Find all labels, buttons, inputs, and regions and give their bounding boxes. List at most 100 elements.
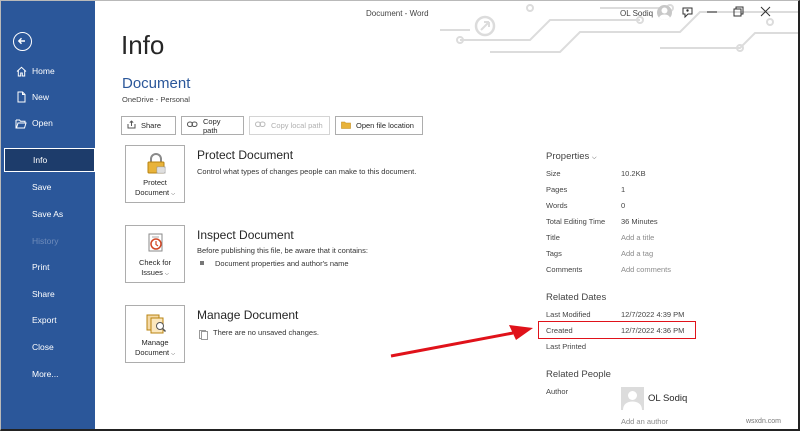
protect-button-line1: Protect — [143, 178, 167, 187]
restore-icon[interactable] — [733, 6, 744, 20]
sidebar-item-label: Save As — [32, 209, 64, 219]
check-issues-line2: Issues ⌵ — [141, 268, 169, 277]
document-status-icon — [199, 327, 208, 345]
title-field[interactable]: Add a title — [621, 233, 654, 242]
inspect-document-desc: Before publishing this file, be aware th… — [197, 246, 368, 255]
account-name[interactable]: OL Sodiq — [620, 9, 653, 18]
property-value: 10.2KB — [621, 169, 646, 178]
link-icon — [187, 121, 198, 130]
share-button-label: Share — [141, 121, 162, 130]
date-label: Last Modified — [546, 310, 591, 319]
open-file-location-button[interactable]: Open file location — [335, 116, 423, 135]
protect-document-button[interactable]: Protect Document ⌵ — [125, 145, 185, 203]
sidebar-item-label: Close — [32, 342, 54, 352]
document-location: OneDrive - Personal — [122, 95, 190, 104]
sidebar-item-label: Print — [32, 262, 50, 272]
manage-button-line1: Manage — [141, 338, 169, 347]
related-people-heading: Related People — [546, 369, 611, 380]
tags-field[interactable]: Add a tag — [621, 249, 653, 258]
property-value: 36 Minutes — [621, 217, 658, 226]
property-label: Title — [546, 233, 560, 242]
manage-button-line2: Document ⌵ — [134, 348, 176, 357]
chevron-down-icon: ⌵ — [591, 155, 597, 161]
sidebar-item-label: New — [32, 92, 50, 102]
watermark: wsxdn.com — [746, 418, 782, 425]
sidebar-item-save[interactable]: Save — [1, 175, 95, 199]
folder-icon — [341, 121, 351, 131]
manage-document-button[interactable]: Manage Document ⌵ — [125, 305, 185, 363]
property-value: 0 — [621, 201, 626, 210]
inspect-document-title: Inspect Document — [197, 228, 294, 242]
back-arrow-icon[interactable] — [13, 32, 32, 51]
sidebar-item-print[interactable]: Print — [1, 255, 95, 279]
sidebar-item-share[interactable]: Share — [1, 282, 95, 306]
copy-path-button[interactable]: Copy path — [181, 116, 244, 135]
share-icon — [127, 120, 136, 131]
sidebar-item-label: Save — [32, 182, 52, 192]
author-avatar[interactable] — [621, 387, 644, 410]
manage-document-desc: There are no unsaved changes. — [213, 328, 319, 337]
share-button[interactable]: Share — [121, 116, 176, 135]
sidebar-item-label: Share — [32, 289, 55, 299]
manage-document-title: Manage Document — [197, 308, 299, 322]
inspect-bullet-text: Document properties and author's name — [215, 259, 349, 268]
sidebar-item-close[interactable]: Close — [1, 335, 95, 359]
account-avatar[interactable] — [657, 5, 672, 20]
check-issues-line1: Check for — [138, 258, 172, 267]
chevron-down-icon: ⌵ — [164, 271, 169, 277]
sidebar-item-open[interactable]: Open — [1, 111, 95, 135]
new-document-icon — [14, 90, 28, 104]
comments-field[interactable]: Add comments — [621, 265, 671, 274]
author-name[interactable]: OL Sodiq — [648, 393, 687, 404]
sidebar-item-history[interactable]: History — [1, 229, 95, 253]
add-author-field[interactable]: Add an author — [621, 417, 668, 426]
property-label: Size — [546, 169, 561, 178]
date-label: Last Printed — [546, 342, 587, 351]
coauthoring-icon[interactable] — [681, 6, 694, 22]
folder-open-icon — [14, 116, 28, 130]
lock-icon — [145, 152, 167, 174]
sidebar-item-save-as[interactable]: Save As — [1, 202, 95, 226]
close-icon[interactable] — [760, 6, 771, 20]
bullet-icon — [200, 261, 204, 265]
related-dates-heading: Related Dates — [546, 292, 607, 303]
property-label: Total Editing Time — [546, 217, 606, 226]
window-frame — [0, 0, 800, 431]
document-name: Document — [122, 75, 191, 92]
author-label: Author — [546, 387, 569, 396]
protect-button-line2: Document ⌵ — [134, 188, 176, 197]
sidebar-item-more[interactable]: More... — [1, 362, 95, 386]
inspect-document-icon — [145, 232, 167, 254]
link-icon — [255, 121, 266, 130]
sidebar-item-label: History — [32, 236, 59, 246]
property-label: Tags — [546, 249, 562, 258]
copy-local-path-button[interactable]: Copy local path — [249, 116, 330, 135]
sidebar-item-label: Export — [32, 315, 57, 325]
annotation-arrow-icon — [390, 325, 533, 358]
sidebar-item-new[interactable]: New — [1, 85, 95, 109]
property-value: 1 — [621, 185, 626, 194]
page-title: Info — [121, 30, 165, 60]
created-highlight-box — [538, 321, 696, 339]
minimize-icon[interactable] — [706, 5, 718, 20]
property-label: Comments — [546, 265, 583, 274]
protect-document-desc: Control what types of changes people can… — [197, 167, 417, 176]
sidebar-item-export[interactable]: Export — [1, 308, 95, 332]
sidebar-item-label: More... — [32, 369, 59, 379]
copy-path-label: Copy path — [203, 116, 221, 135]
sidebar-item-label: Open — [32, 118, 53, 128]
sidebar-item-info[interactable]: Info — [4, 148, 95, 172]
open-file-location-label: Open file location — [356, 121, 414, 130]
sidebar-item-home[interactable]: Home — [1, 59, 95, 83]
property-label: Words — [546, 201, 568, 210]
sidebar-item-label: Info — [33, 155, 48, 165]
copy-local-path-label: Copy local path — [271, 121, 323, 130]
date-value: 12/7/2022 4:39 PM — [621, 310, 685, 319]
chevron-down-icon: ⌵ — [171, 191, 176, 197]
chevron-down-icon: ⌵ — [171, 351, 176, 357]
window-title: Document - Word — [366, 9, 429, 18]
sidebar-item-label: Home — [32, 66, 55, 76]
home-icon — [14, 64, 28, 78]
properties-dropdown[interactable]: Properties ⌵ — [546, 151, 597, 162]
check-for-issues-button[interactable]: Check for Issues ⌵ — [125, 225, 185, 283]
